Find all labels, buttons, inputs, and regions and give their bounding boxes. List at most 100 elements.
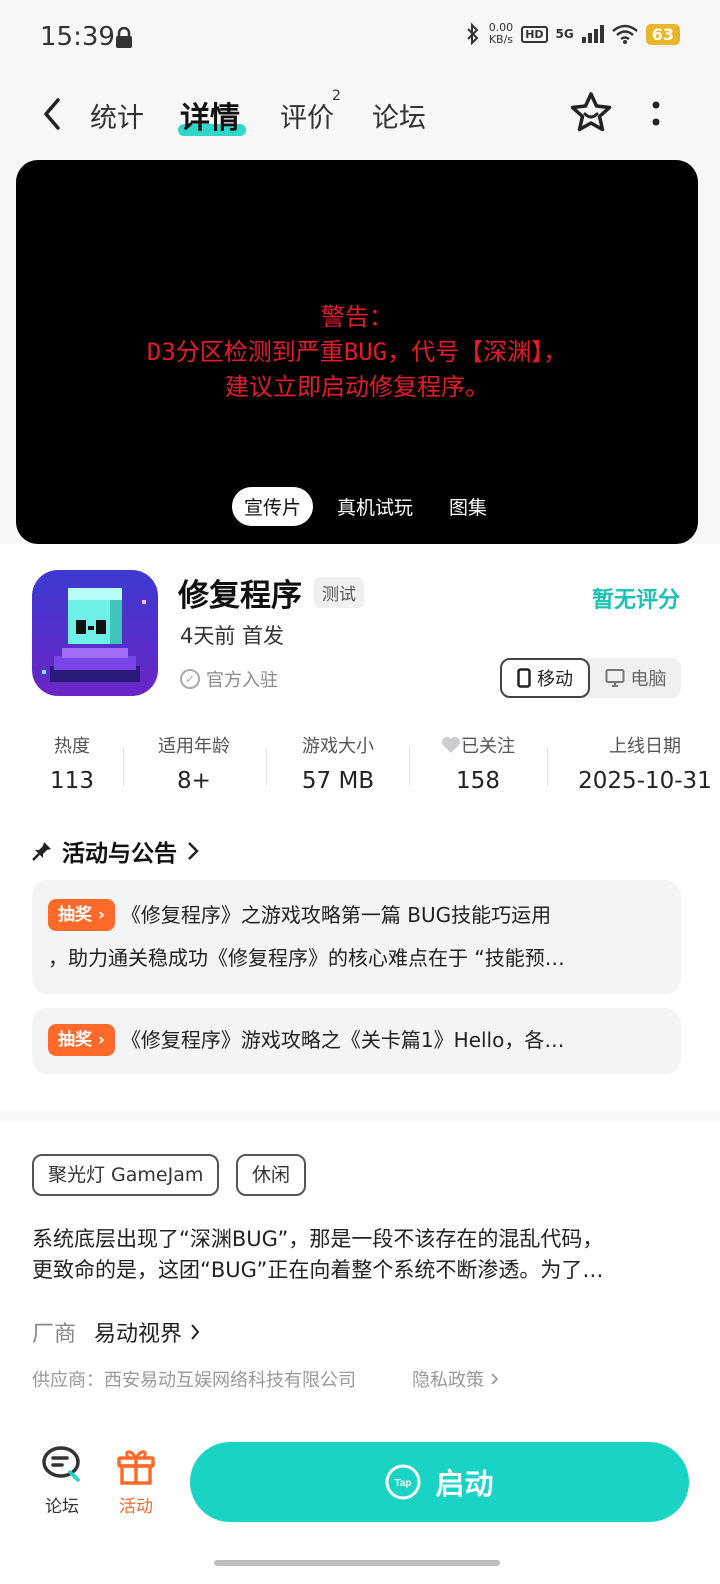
media-tab-demo[interactable]: 真机试玩 xyxy=(325,487,425,526)
stat-label: 游戏大小 xyxy=(302,736,374,757)
announcement-line: 抽奖 › 《修复程序》游戏攻略之《关卡篇1》Hello，各… xyxy=(48,1019,665,1062)
vendor-label: 厂商 xyxy=(32,1322,77,1347)
stat-followers[interactable]: 已关注 158 xyxy=(428,732,528,794)
phone-icon xyxy=(517,668,531,688)
check-circle-icon: ✓ xyxy=(180,669,200,689)
game-description[interactable]: 系统底层出现了“深渊BUG”，那是一段不该存在的混乱代码， 更致命的是，这团“B… xyxy=(32,1224,682,1286)
stat-value: 8+ xyxy=(177,768,211,794)
media-tab-gallery[interactable]: 图集 xyxy=(437,487,499,526)
stat-value: 57 MB xyxy=(301,768,375,794)
release-info: 4天前 首发 xyxy=(180,624,285,648)
activity-label: 活动 xyxy=(119,1497,153,1517)
vendor-row[interactable]: 厂商 易动视界 xyxy=(32,1316,200,1348)
hd-icon: HD xyxy=(521,25,548,43)
bottom-action-bar: 论坛 活动 Tap 启动 xyxy=(0,1422,720,1584)
tab-reviews[interactable]: 评价 xyxy=(280,96,334,135)
platform-mobile-button[interactable]: 移动 xyxy=(500,658,590,698)
tab-forum[interactable]: 论坛 xyxy=(372,96,426,135)
supplier-info: 供应商：西安易动互娱网络科技有限公司 xyxy=(32,1370,356,1391)
review-count-badge: 2 xyxy=(332,88,341,104)
video-line-1: 警告： xyxy=(321,303,393,331)
status-time: 15:39 xyxy=(40,22,115,52)
signal-bars-icon xyxy=(581,25,604,43)
launch-button[interactable]: Tap 启动 xyxy=(190,1442,689,1522)
status-icons: 0.00 KB/s HD 5G 63 xyxy=(465,22,680,46)
bottom-activity-button[interactable]: 活动 xyxy=(106,1444,166,1517)
stat-label: 上线日期 xyxy=(609,736,681,757)
bluetooth-icon xyxy=(466,23,479,45)
description-line-2: 更致命的是，这团“BUG”正在向着整个系统不断渗透。为了… xyxy=(32,1258,604,1282)
announcements-header[interactable]: 活动与公告 xyxy=(32,834,199,868)
stat-value: 113 xyxy=(50,768,94,794)
lottery-tag: 抽奖 › xyxy=(48,899,115,931)
divider xyxy=(266,746,267,786)
video-warning-text: 警告： D3分区检测到严重BUG，代号【深渊】， 建议立即启动修复程序。 xyxy=(16,300,698,405)
announcement-title: 《修复程序》之游戏攻略第一篇 BUG技能巧运用 xyxy=(120,903,552,927)
tap-logo-text: Tap xyxy=(395,1478,412,1489)
announcement-line-2: ，助力通关稳成功《修复程序》的核心难点在于 “技能预… xyxy=(48,946,565,970)
stat-release-date: 上线日期 2025-10-31 xyxy=(572,732,718,794)
tab-stats[interactable]: 统计 xyxy=(90,96,144,135)
lock-icon xyxy=(116,27,132,48)
launch-label: 启动 xyxy=(435,1467,494,1501)
lottery-tag: 抽奖 › xyxy=(48,1024,115,1056)
platform-mobile-label: 移动 xyxy=(537,669,573,690)
announcements-title: 活动与公告 xyxy=(62,841,177,867)
signal-5g-icon: 5G xyxy=(555,27,574,41)
speed-unit: KB/s xyxy=(488,33,514,46)
media-tab-trailer[interactable]: 宣传片 xyxy=(232,487,314,526)
privacy-label: 隐私政策 xyxy=(412,1370,484,1391)
tag-gamejam[interactable]: 聚光灯 GameJam xyxy=(32,1154,220,1196)
monitor-icon xyxy=(605,669,624,687)
rating-text[interactable]: 暂无评分 xyxy=(592,582,680,614)
tab-details[interactable]: 详情 xyxy=(180,93,240,137)
favorite-star-icon[interactable] xyxy=(568,90,614,136)
platform-toggle: 移动 电脑 xyxy=(500,658,681,698)
beta-badge: 测试 xyxy=(314,577,364,608)
home-indicator[interactable] xyxy=(214,1560,500,1566)
divider xyxy=(547,746,548,786)
announcement-item[interactable]: 抽奖 › 《修复程序》之游戏攻略第一篇 BUG技能巧运用 ，助力通关稳成功《修复程… xyxy=(32,880,681,994)
forum-label: 论坛 xyxy=(45,1497,79,1517)
stat-age: 适用年龄 8+ xyxy=(146,732,242,794)
chevron-right-icon xyxy=(191,1324,200,1340)
stat-label: 适用年龄 xyxy=(158,736,230,757)
bottom-forum-button[interactable]: 论坛 xyxy=(32,1444,92,1517)
more-options-icon[interactable] xyxy=(646,96,666,132)
video-line-3: 建议立即启动修复程序。 xyxy=(225,373,489,401)
followers-label: 已关注 xyxy=(461,736,515,757)
description-line-1: 系统底层出现了“深渊BUG”，那是一段不该存在的混乱代码， xyxy=(32,1227,604,1251)
heart-icon xyxy=(442,737,460,753)
privacy-policy-link[interactable]: 隐私政策 xyxy=(412,1366,499,1392)
network-speed: 0.00 KB/s xyxy=(489,22,514,46)
back-arrow-icon[interactable] xyxy=(36,94,72,134)
chevron-right-icon xyxy=(188,842,199,860)
stat-popularity: 热度 113 xyxy=(42,732,102,794)
stat-value: 2025-10-31 xyxy=(578,768,712,794)
app-icon xyxy=(32,570,158,696)
app-title: 修复程序 xyxy=(178,578,302,614)
forum-chat-icon xyxy=(42,1446,80,1482)
announcement-line: 抽奖 › 《修复程序》之游戏攻略第一篇 BUG技能巧运用 xyxy=(48,894,665,937)
announcement-title: 《修复程序》游戏攻略之《关卡篇1》Hello，各… xyxy=(120,1028,565,1052)
divider xyxy=(123,746,124,786)
wifi-icon xyxy=(611,24,638,44)
stats-row: 热度 113 适用年龄 8+ 游戏大小 57 MB 已关注 158 上线日期 2… xyxy=(0,732,720,802)
tap-logo-icon: Tap xyxy=(385,1464,421,1500)
video-line-2: D3分区检测到严重BUG，代号【深渊】， xyxy=(146,338,568,366)
media-tabs: 宣传片 真机试玩 图集 xyxy=(232,487,499,526)
stat-size: 游戏大小 57 MB xyxy=(288,732,388,794)
stat-value: 158 xyxy=(456,768,500,794)
platform-pc-button[interactable]: 电脑 xyxy=(590,658,681,698)
vendor-name: 易动视界 xyxy=(94,1322,183,1347)
promo-video[interactable]: 警告： D3分区检测到严重BUG，代号【深渊】， 建议立即启动修复程序。 宣传片… xyxy=(16,160,698,544)
official-verified: ✓ 官方入驻 xyxy=(180,666,278,692)
pin-icon xyxy=(32,842,51,861)
lottery-tag-label: 抽奖 xyxy=(58,1030,92,1050)
official-label: 官方入驻 xyxy=(206,670,278,691)
chevron-right-icon xyxy=(491,1373,499,1385)
announcement-item[interactable]: 抽奖 › 《修复程序》游戏攻略之《关卡篇1》Hello，各… xyxy=(32,1008,681,1074)
platform-pc-label: 电脑 xyxy=(630,669,667,690)
tag-casual[interactable]: 休闲 xyxy=(236,1154,307,1196)
detail-header: 统计 详情 评价 2 论坛 xyxy=(0,80,720,160)
